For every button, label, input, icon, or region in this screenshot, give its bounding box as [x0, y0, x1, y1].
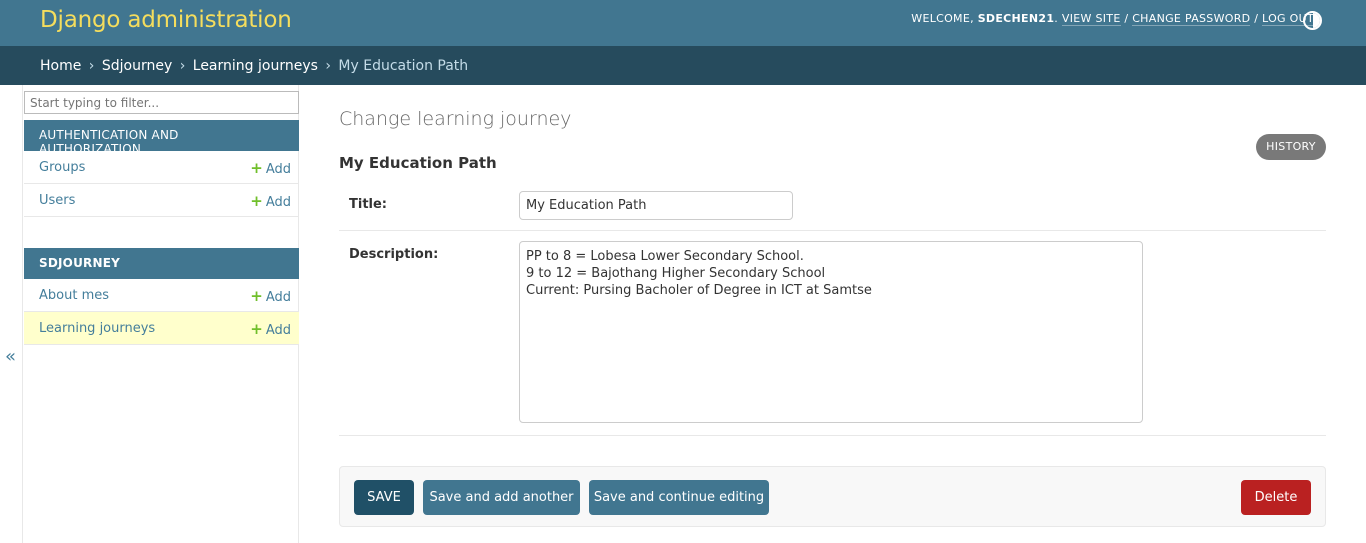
breadcrumb-home[interactable]: Home — [40, 58, 81, 74]
toggle-nav-sidebar-icon[interactable]: « — [5, 346, 16, 367]
object-title: My Education Path — [339, 154, 497, 172]
sidebar-item-about-mes: About mes + Add — [24, 279, 299, 312]
sidebar-item-learning-journeys: Learning journeys + Add — [24, 312, 299, 345]
delete-button[interactable]: Delete — [1241, 480, 1311, 515]
module-caption-auth[interactable]: Authentication and Authorization — [24, 120, 299, 156]
user-tools-separator: / — [1254, 12, 1259, 25]
add-learning-journeys-link[interactable]: + Add — [250, 320, 291, 338]
plus-icon: + — [250, 192, 263, 210]
page-title: Change learning journey — [339, 108, 572, 130]
title-input[interactable] — [519, 191, 793, 220]
username: sdechen21 — [977, 12, 1055, 25]
nav-filter-input[interactable] — [24, 91, 299, 114]
add-label: Add — [265, 162, 291, 177]
view-site-link[interactable]: View site — [1061, 12, 1121, 26]
welcome-text: Welcome, — [911, 12, 974, 25]
breadcrumb-model[interactable]: Learning journeys — [193, 58, 318, 74]
header: Django administration Welcome, sdechen21… — [0, 0, 1366, 46]
sidebar-item-about-mes-link[interactable]: About mes — [39, 288, 109, 303]
save-and-continue-button[interactable]: Save and continue editing — [589, 480, 769, 515]
plus-icon: + — [250, 320, 263, 338]
sidebar-item-users-link[interactable]: Users — [39, 193, 75, 208]
breadcrumb-separator: › — [325, 58, 331, 74]
user-tools: Welcome, sdechen21. View site / Change p… — [911, 12, 1314, 26]
title-label: Title: — [349, 197, 388, 212]
sidebar-item-groups: Groups + Add — [24, 151, 299, 184]
description-textarea[interactable]: PP to 8 = Lobesa Lower Secondary School.… — [519, 241, 1143, 423]
add-about-mes-link[interactable]: + Add — [250, 287, 291, 305]
module-caption-sdjourney[interactable]: Sdjourney — [24, 248, 299, 279]
breadcrumb-app[interactable]: Sdjourney — [102, 58, 172, 74]
submit-row: Save Save and add another Save and conti… — [339, 466, 1326, 527]
sidebar-item-groups-link[interactable]: Groups — [39, 160, 85, 175]
add-groups-link[interactable]: + Add — [250, 159, 291, 177]
form-row-title: Title: — [339, 181, 1326, 231]
history-button[interactable]: History — [1256, 134, 1326, 160]
save-and-add-another-button[interactable]: Save and add another — [423, 480, 580, 515]
breadcrumb: Home › Sdjourney › Learning journeys › M… — [0, 46, 1366, 85]
plus-icon: + — [250, 287, 263, 305]
plus-icon: + — [250, 159, 263, 177]
add-label: Add — [265, 290, 291, 305]
sidebar-item-learning-journeys-link[interactable]: Learning journeys — [39, 321, 155, 336]
description-label: Description: — [349, 247, 439, 262]
username-period: . — [1054, 12, 1059, 25]
form-row-description: Description: PP to 8 = Lobesa Lower Seco… — [339, 231, 1326, 436]
add-label: Add — [265, 323, 291, 338]
change-password-link[interactable]: Change password — [1132, 12, 1251, 26]
theme-toggle-icon[interactable] — [1303, 11, 1322, 30]
save-button[interactable]: Save — [354, 480, 414, 515]
nav-sidebar: Authentication and Authorization Groups … — [22, 85, 299, 543]
sidebar-item-users: Users + Add — [24, 184, 299, 217]
breadcrumb-separator: › — [179, 58, 186, 74]
breadcrumb-current: My Education Path — [338, 58, 469, 74]
breadcrumb-separator: › — [88, 58, 95, 74]
site-branding[interactable]: Django administration — [40, 7, 292, 33]
user-tools-separator: / — [1124, 12, 1129, 25]
add-users-link[interactable]: + Add — [250, 192, 291, 210]
add-label: Add — [265, 195, 291, 210]
